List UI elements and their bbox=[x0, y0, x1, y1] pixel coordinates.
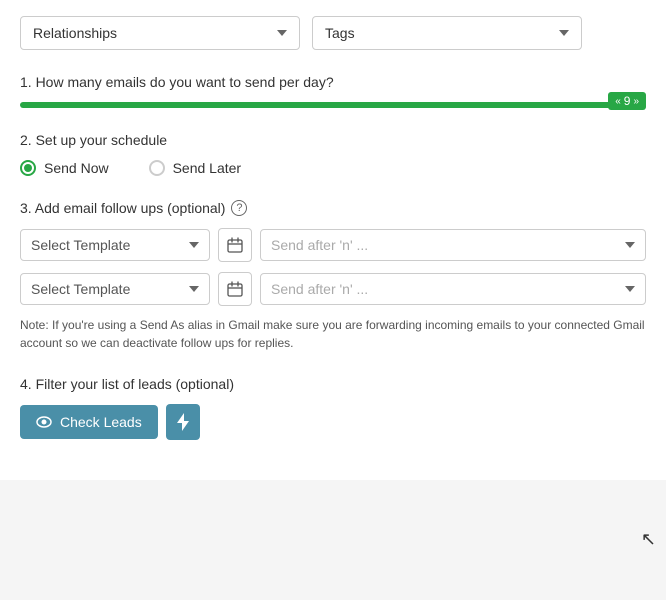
lightning-button[interactable] bbox=[166, 404, 200, 440]
section-emails-per-day: 1. How many emails do you want to send p… bbox=[20, 74, 646, 108]
template-chevron-1 bbox=[189, 242, 199, 248]
section4-label: 4. Filter your list of leads (optional) bbox=[20, 376, 646, 392]
slider-left-arrows: « bbox=[615, 96, 621, 107]
slider-badge[interactable]: « 9 » bbox=[608, 92, 646, 110]
send-later-radio[interactable] bbox=[149, 160, 165, 176]
template-dropdown-1[interactable]: Select Template bbox=[20, 229, 210, 261]
relationships-dropdown[interactable]: Relationships bbox=[20, 16, 300, 50]
follow-up-note: Note: If you're using a Send As alias in… bbox=[20, 316, 646, 352]
send-now-option[interactable]: Send Now bbox=[20, 160, 109, 176]
button-row: Check Leads bbox=[20, 404, 646, 440]
lightning-icon bbox=[177, 413, 189, 431]
send-after-chevron-1 bbox=[625, 242, 635, 248]
send-after-dropdown-1[interactable]: Send after 'n' ... bbox=[260, 229, 646, 261]
tags-dropdown[interactable]: Tags bbox=[312, 16, 582, 50]
send-after-placeholder-1: Send after 'n' ... bbox=[271, 237, 368, 253]
section1-label: 1. How many emails do you want to send p… bbox=[20, 74, 646, 90]
calendar-icon-1 bbox=[227, 237, 243, 253]
section3-label: 3. Add email follow ups (optional) bbox=[20, 200, 225, 216]
tags-label: Tags bbox=[325, 25, 355, 41]
cursor: ↖ bbox=[641, 529, 656, 550]
section3-header: 3. Add email follow ups (optional) ? bbox=[20, 200, 646, 216]
schedule-radio-group: Send Now Send Later bbox=[20, 160, 646, 176]
send-later-option[interactable]: Send Later bbox=[149, 160, 242, 176]
calendar-btn-1[interactable] bbox=[218, 228, 252, 262]
relationships-chevron-icon bbox=[277, 30, 287, 36]
send-now-label: Send Now bbox=[44, 160, 109, 176]
follow-up-row-1: Select Template Send after 'n' ... bbox=[20, 228, 646, 262]
send-after-placeholder-2: Send after 'n' ... bbox=[271, 281, 368, 297]
section-schedule: 2. Set up your schedule Send Now Send La… bbox=[20, 132, 646, 176]
send-after-chevron-2 bbox=[625, 286, 635, 292]
calendar-icon-2 bbox=[227, 281, 243, 297]
follow-up-row-2: Select Template Send after 'n' ... bbox=[20, 272, 646, 306]
send-after-dropdown-2[interactable]: Send after 'n' ... bbox=[260, 273, 646, 305]
send-later-label: Send Later bbox=[173, 160, 242, 176]
slider-track bbox=[20, 102, 646, 108]
relationships-label: Relationships bbox=[33, 25, 117, 41]
section2-label: 2. Set up your schedule bbox=[20, 132, 646, 148]
calendar-btn-2[interactable] bbox=[218, 272, 252, 306]
template-dropdown-2[interactable]: Select Template bbox=[20, 273, 210, 305]
template-placeholder-2: Select Template bbox=[31, 281, 130, 297]
slider-right-arrows: » bbox=[633, 96, 639, 107]
eye-icon bbox=[36, 416, 52, 428]
template-chevron-2 bbox=[189, 286, 199, 292]
help-icon[interactable]: ? bbox=[231, 200, 247, 216]
slider-value: 9 bbox=[624, 94, 631, 108]
section-follow-ups: 3. Add email follow ups (optional) ? Sel… bbox=[20, 200, 646, 352]
template-placeholder-1: Select Template bbox=[31, 237, 130, 253]
section-filter-leads: 4. Filter your list of leads (optional) … bbox=[20, 376, 646, 440]
check-leads-button[interactable]: Check Leads bbox=[20, 405, 158, 439]
send-now-radio[interactable] bbox=[20, 160, 36, 176]
slider-container: « 9 » bbox=[20, 102, 646, 108]
check-leads-label: Check Leads bbox=[60, 414, 142, 430]
tags-chevron-icon bbox=[559, 30, 569, 36]
